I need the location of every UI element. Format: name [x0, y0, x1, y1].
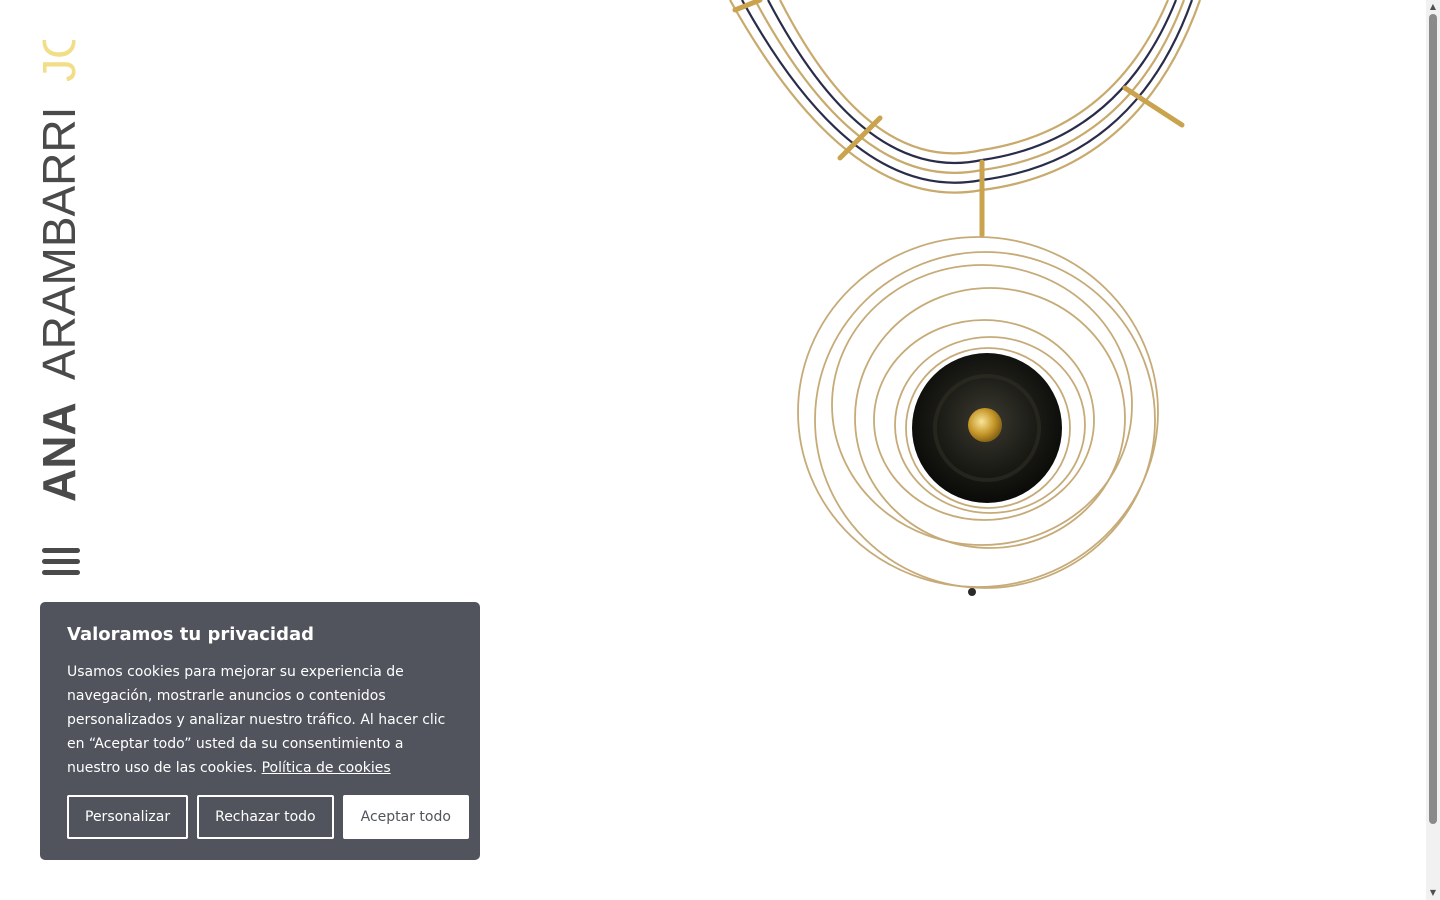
brand-last-name: ARAMBARRI — [40, 107, 80, 380]
cookie-policy-link[interactable]: Política de cookies — [262, 760, 391, 776]
menu-button[interactable] — [42, 548, 80, 580]
brand-logo[interactable]: ANA ARAMBARRI JOYAS — [40, 40, 80, 502]
cookie-banner: Valoramos tu privacidad Usamos cookies p… — [40, 602, 480, 860]
scrollbar[interactable]: ▲ ▼ — [1426, 0, 1440, 900]
scrollbar-thumb[interactable] — [1429, 14, 1437, 824]
reject-all-button[interactable]: Rechazar todo — [197, 795, 334, 839]
hamburger-icon — [42, 548, 80, 575]
brand-first-name: ANA — [40, 402, 80, 502]
scroll-up-arrow-icon[interactable]: ▲ — [1426, 0, 1440, 14]
customize-button[interactable]: Personalizar — [67, 795, 189, 839]
necklace-image — [700, 0, 1280, 640]
cookie-text: Usamos cookies para mejorar su experienc… — [67, 660, 453, 780]
scroll-down-arrow-icon[interactable]: ▼ — [1426, 886, 1440, 900]
accept-all-button[interactable]: Aceptar todo — [342, 795, 469, 839]
cookie-title: Valoramos tu privacidad — [67, 624, 315, 645]
cookie-buttons: Personalizar Rechazar todo Aceptar todo — [67, 795, 469, 839]
svg-text:ANA ARAMBARRI: ANA ARAMBARRI JOYAS — [40, 40, 80, 502]
brand-suffix: JOYAS — [40, 40, 80, 82]
